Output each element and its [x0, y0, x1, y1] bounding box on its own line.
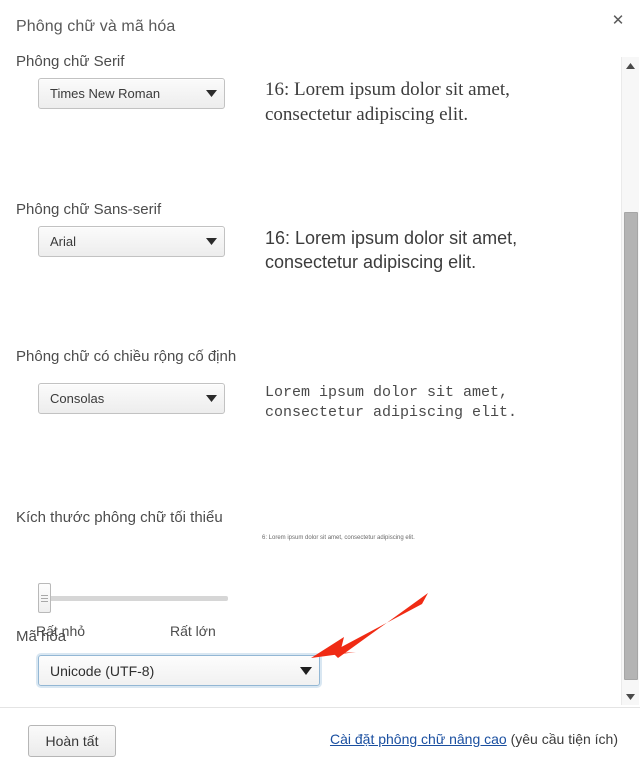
page-title: Phông chữ và mã hóa: [16, 18, 176, 35]
encoding-value: Unicode (UTF-8): [50, 662, 155, 679]
advanced-font-settings-link[interactable]: Cài đặt phông chữ nâng cao: [330, 731, 507, 747]
minimum-font-size-slider[interactable]: [38, 583, 228, 613]
fixed-width-font-preview: Lorem ipsum dolor sit amet, consectetur …: [265, 384, 518, 421]
done-button[interactable]: Hoàn tất: [28, 725, 116, 757]
font-encoding-dialog: Phông chữ và mã hóa ✕ Phông chữ Serif Ti…: [0, 0, 640, 775]
slider-track[interactable]: [42, 596, 228, 601]
settings-scroll-viewport[interactable]: Phông chữ Serif Times New Roman 16: Lore…: [0, 47, 605, 707]
advanced-font-settings-row: Cài đặt phông chữ nâng cao (yêu cầu tiện…: [330, 731, 618, 747]
close-icon[interactable]: ✕: [604, 6, 632, 34]
chevron-down-icon: [198, 90, 224, 97]
chevron-down-icon: [198, 395, 224, 402]
sans-serif-font-preview: 16: Lorem ipsum dolor sit amet, consecte…: [265, 228, 518, 272]
serif-font-select[interactable]: Times New Roman: [38, 78, 225, 109]
minimum-font-size-preview: 6: Lorem ipsum dolor sit amet, consectet…: [262, 535, 415, 541]
slider-max-label: Rất lớn: [170, 623, 216, 639]
advanced-font-settings-suffix: (yêu cầu tiện ích): [506, 731, 618, 747]
fixed-width-font-label: Phông chữ có chiều rộng cố định: [16, 348, 237, 365]
sans-serif-font-label: Phông chữ Sans-serif: [16, 201, 162, 218]
scrollbar-thumb[interactable]: [624, 212, 638, 680]
vertical-scrollbar[interactable]: [621, 57, 639, 705]
fixed-width-font-value: Consolas: [50, 391, 105, 406]
encoding-label: Mã hóa: [16, 628, 67, 645]
chevron-down-icon: [198, 238, 224, 245]
encoding-select[interactable]: Unicode (UTF-8): [38, 655, 320, 686]
footer-divider: [0, 707, 640, 708]
minimum-font-size-label: Kích thước phông chữ tối thiểu: [16, 509, 223, 526]
slider-thumb[interactable]: [38, 583, 51, 613]
chevron-down-icon: [293, 666, 319, 675]
triangle-up-icon[interactable]: [622, 57, 639, 74]
serif-font-label: Phông chữ Serif: [16, 53, 125, 70]
fixed-width-font-select[interactable]: Consolas: [38, 383, 225, 414]
serif-font-value: Times New Roman: [50, 86, 161, 101]
triangle-down-icon[interactable]: [622, 688, 639, 705]
settings-scroll-content: Phông chữ Serif Times New Roman 16: Lore…: [0, 47, 605, 707]
serif-font-preview: 16: Lorem ipsum dolor sit amet, consecte…: [265, 79, 510, 126]
sans-serif-font-value: Arial: [50, 234, 77, 249]
sans-serif-font-select[interactable]: Arial: [38, 226, 225, 257]
